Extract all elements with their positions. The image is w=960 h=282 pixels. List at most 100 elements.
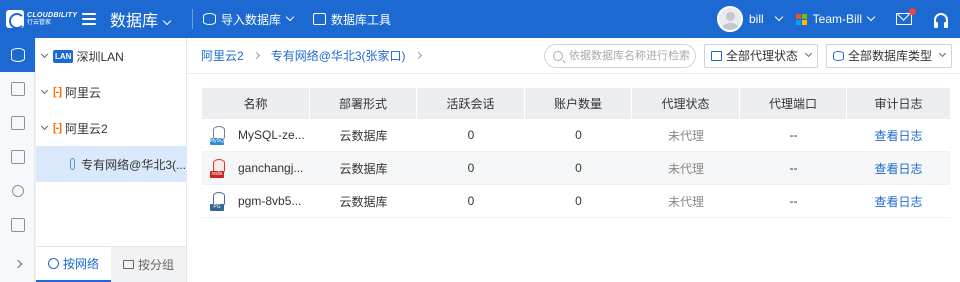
- column-header: 代理端口: [740, 88, 847, 119]
- mail-icon[interactable]: [896, 8, 916, 25]
- chevron-right-icon: [414, 51, 422, 60]
- user-name[interactable]: bill: [749, 12, 764, 26]
- postgresql-icon: PG: [210, 191, 230, 211]
- db-tag: MySQL: [210, 138, 227, 145]
- tree-node-aliyun[interactable]: [-] 阿里云: [36, 74, 186, 110]
- tree-node-shenzhen-lan[interactable]: LAN 深圳LAN: [36, 38, 186, 74]
- view-log-link[interactable]: 查看日志: [847, 185, 950, 217]
- brand-name: CLOUDBILITY: [27, 12, 78, 19]
- top-bar: CLOUDBILITY 行云管家 数据库 导入数据库 数据库工具 bill Te…: [0, 0, 960, 38]
- column-header: 审计日志: [874, 97, 923, 111]
- chevron-down-icon[interactable]: [40, 122, 49, 131]
- proxy-icon: [710, 50, 722, 61]
- table-row[interactable]: MySQL MySQL-ze... 云数据库 0 0 未代理 -- 查看日志: [202, 119, 950, 152]
- redis-icon: redis: [210, 158, 230, 178]
- rail-accounts[interactable]: [0, 72, 35, 106]
- chevron-right-icon: [252, 51, 260, 60]
- notification-dot: [909, 8, 916, 15]
- proxy-status-cell: 未代理: [667, 161, 704, 176]
- proxy-port-cell: --: [789, 194, 798, 208]
- tree-node-label: 深圳LAN: [76, 49, 124, 64]
- name-cell[interactable]: redis ganchangj...: [202, 152, 310, 184]
- chevron-down-icon[interactable]: [866, 12, 876, 22]
- db-type-filter-label: 全部数据库类型: [847, 49, 932, 63]
- lan-icon: LAN: [53, 49, 74, 63]
- id-card-icon: [10, 82, 25, 96]
- sessions-cell: 0: [467, 194, 475, 208]
- database-icon: [832, 50, 844, 61]
- chevron-down-icon: [285, 12, 295, 22]
- icon-rail: [0, 38, 35, 282]
- db-tool-button[interactable]: 数据库工具: [313, 11, 391, 28]
- view-log-link[interactable]: 查看日志: [847, 119, 950, 151]
- db-tag: PG: [210, 204, 224, 211]
- search-icon: [552, 50, 563, 61]
- rail-clipboard[interactable]: [0, 106, 35, 140]
- table-row[interactable]: PG pgm-8vb5... 云数据库 0 0 未代理 -- 查看日志: [202, 185, 950, 218]
- headset-icon[interactable]: [934, 13, 948, 28]
- breadcrumb-item[interactable]: 专有网络@华北3(张家口): [271, 47, 406, 64]
- view-log-link[interactable]: 查看日志: [847, 152, 950, 184]
- proxy-port-cell: --: [789, 161, 798, 175]
- column-header: 部署形式: [310, 88, 417, 119]
- tree-node-vpc[interactable]: 专有网络@华北3(...: [36, 146, 186, 182]
- aliyun-icon: [-]: [53, 86, 62, 98]
- breadcrumb-item[interactable]: 阿里云2: [201, 47, 244, 64]
- rail-search[interactable]: [0, 174, 35, 208]
- brand-logo[interactable]: CLOUDBILITY 行云管家: [0, 10, 78, 29]
- database-table: 名称 部署形式 活跃会话 账户数量 代理状态 代理端口 审计日志 MySQL M…: [202, 88, 950, 218]
- proxy-port-cell: --: [789, 128, 798, 142]
- team-name[interactable]: Team-Bill: [813, 12, 862, 26]
- name-cell[interactable]: PG pgm-8vb5...: [202, 185, 310, 217]
- app-title: 数据库: [110, 13, 159, 30]
- globe-icon: [47, 258, 59, 269]
- tree-node-label: 专有网络@华北3(...: [81, 157, 186, 172]
- proxy-status-cell: 未代理: [667, 194, 704, 209]
- database-icon: [70, 158, 76, 170]
- search-box[interactable]: [543, 43, 696, 68]
- search-input[interactable]: [568, 49, 694, 62]
- accounts-cell: 0: [575, 161, 582, 175]
- mysql-icon: MySQL: [210, 125, 230, 145]
- proxy-status-filter[interactable]: 全部代理状态: [703, 43, 818, 68]
- db-name[interactable]: pgm-8vb5...: [238, 194, 301, 208]
- search-icon: [11, 185, 24, 197]
- chevron-right-icon: [13, 259, 22, 269]
- db-list-icon: [10, 150, 25, 164]
- chevron-down-icon: [938, 49, 947, 58]
- folder-icon: [122, 260, 134, 269]
- expand-rail-button[interactable]: [0, 252, 35, 276]
- chevron-down-icon[interactable]: [40, 50, 49, 59]
- import-db-button[interactable]: 导入数据库: [203, 11, 295, 28]
- avatar[interactable]: [716, 6, 743, 32]
- db-tag: redis: [210, 171, 224, 178]
- rail-db-list[interactable]: [0, 140, 35, 174]
- import-db-label: 导入数据库: [221, 12, 282, 27]
- db-type-filter[interactable]: 全部数据库类型: [825, 43, 952, 68]
- tree-node-aliyun2[interactable]: [-] 阿里云2: [36, 110, 186, 146]
- clipboard-icon: [10, 116, 25, 130]
- tab-by-network[interactable]: 按网络: [36, 247, 111, 282]
- deploy-cell: 云数据库: [339, 161, 388, 176]
- rail-checklist[interactable]: [0, 208, 35, 242]
- table-row[interactable]: redis ganchangj... 云数据库 0 0 未代理 -- 查看日志: [202, 152, 950, 185]
- db-name[interactable]: MySQL-ze...: [238, 128, 305, 142]
- deploy-cell: 云数据库: [339, 128, 388, 143]
- sessions-cell: 0: [467, 128, 475, 142]
- main-panel: 阿里云2 专有网络@华北3(张家口) 全部代理状态 全部数据库类型 名称 部署形…: [187, 38, 960, 282]
- tab-by-group[interactable]: 按分组: [111, 247, 186, 282]
- team-icon: [795, 13, 807, 25]
- chevron-down-icon[interactable]: [40, 86, 49, 95]
- column-header: 活跃会话: [417, 88, 525, 119]
- app-title-switcher[interactable]: 数据库: [110, 7, 172, 31]
- chevron-down-icon[interactable]: [774, 12, 783, 22]
- db-name[interactable]: ganchangj...: [238, 161, 303, 175]
- menu-icon[interactable]: [82, 13, 96, 25]
- network-tree: LAN 深圳LAN [-] 阿里云 [-] 阿里云2 专有网络@华北3(... …: [36, 38, 187, 282]
- breadcrumb: 阿里云2 专有网络@华北3(张家口) 全部代理状态 全部数据库类型: [187, 38, 960, 74]
- rail-database[interactable]: [0, 38, 35, 72]
- column-header: 代理状态: [632, 88, 740, 119]
- tree-node-label: 阿里云2: [65, 121, 108, 136]
- proxy-status-filter-label: 全部代理状态: [725, 49, 798, 63]
- name-cell[interactable]: MySQL MySQL-ze...: [202, 119, 310, 151]
